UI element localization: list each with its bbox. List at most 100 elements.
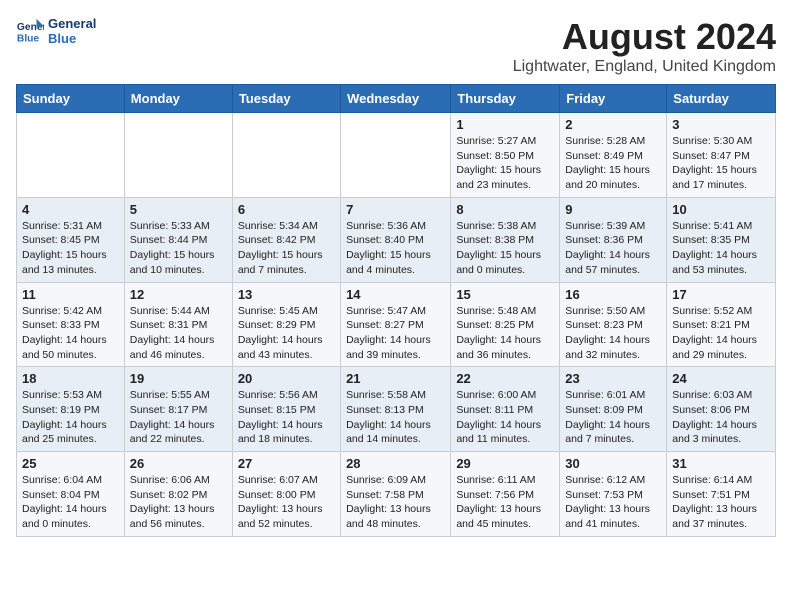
day-cell: 25 Sunrise: 6:04 AM Sunset: 8:04 PM Dayli… [17, 452, 125, 537]
weekday-header-friday: Friday [560, 85, 667, 113]
day-number: 21 [346, 371, 445, 386]
day-info: Sunrise: 6:04 AM Sunset: 8:04 PM Dayligh… [22, 473, 119, 532]
day-cell: 18Sunrise: 5:53 AM Sunset: 8:19 PM Dayli… [17, 367, 125, 452]
day-info: Sunrise: 6:11 AM Sunset: 7:56 PM Dayligh… [456, 473, 554, 532]
day-info: Sunrise: 5:30 AM Sunset: 8:47 PM Dayligh… [672, 134, 770, 193]
day-cell: 17 Sunrise: 5:52 AM Sunset: 8:21 PM Dayli… [667, 282, 776, 367]
day-cell: 3 Sunrise: 5:30 AM Sunset: 8:47 PM Daylig… [667, 113, 776, 198]
day-cell: 1 Sunrise: 5:27 AM Sunset: 8:50 PM Daylig… [451, 113, 560, 198]
day-cell: 5 Sunrise: 5:33 AM Sunset: 8:44 PM Daylig… [124, 197, 232, 282]
day-info: Sunrise: 5:44 AM Sunset: 8:31 PM Dayligh… [130, 304, 227, 363]
day-info: Sunrise: 6:03 AM Sunset: 8:06 PM Dayligh… [672, 388, 770, 447]
day-info: Sunrise: 5:31 AM Sunset: 8:45 PM Dayligh… [22, 219, 119, 278]
day-cell: 20 Sunrise: 5:56 AM Sunset: 8:15 PM Dayli… [232, 367, 340, 452]
week-row-1: 1 Sunrise: 5:27 AM Sunset: 8:50 PM Daylig… [17, 113, 776, 198]
day-info: Sunrise: 5:34 AM Sunset: 8:42 PM Dayligh… [238, 219, 335, 278]
day-info: Sunrise: 5:52 AM Sunset: 8:21 PM Dayligh… [672, 304, 770, 363]
day-number: 2 [565, 117, 661, 132]
day-cell: 2Sunrise: 5:28 AM Sunset: 8:49 PM Daylig… [560, 113, 667, 198]
day-cell: 14 Sunrise: 5:47 AM Sunset: 8:27 PM Dayli… [341, 282, 451, 367]
svg-text:Blue: Blue [17, 33, 40, 44]
week-row-2: 4 Sunrise: 5:31 AM Sunset: 8:45 PM Daylig… [17, 197, 776, 282]
day-number: 16 [565, 287, 661, 302]
day-info: Sunrise: 5:47 AM Sunset: 8:27 PM Dayligh… [346, 304, 445, 363]
day-cell [232, 113, 340, 198]
weekday-header-sunday: Sunday [17, 85, 125, 113]
weekday-header-monday: Monday [124, 85, 232, 113]
day-cell: 30 Sunrise: 6:12 AM Sunset: 7:53 PM Dayli… [560, 452, 667, 537]
day-cell: 19 Sunrise: 5:55 AM Sunset: 8:17 PM Dayli… [124, 367, 232, 452]
day-info: Sunrise: 6:00 AM Sunset: 8:11 PM Dayligh… [456, 388, 554, 447]
day-cell [124, 113, 232, 198]
day-cell: 15 Sunrise: 5:48 AM Sunset: 8:25 PM Dayli… [451, 282, 560, 367]
day-number: 4 [22, 202, 119, 217]
day-number: 31 [672, 456, 770, 471]
day-info: Sunrise: 6:01 AM Sunset: 8:09 PM Dayligh… [565, 388, 661, 447]
day-number: 5 [130, 202, 227, 217]
day-info: Sunrise: 5:33 AM Sunset: 8:44 PM Dayligh… [130, 219, 227, 278]
weekday-header-thursday: Thursday [451, 85, 560, 113]
day-cell: 22 Sunrise: 6:00 AM Sunset: 8:11 PM Dayli… [451, 367, 560, 452]
day-cell: 4 Sunrise: 5:31 AM Sunset: 8:45 PM Daylig… [17, 197, 125, 282]
day-cell: 13 Sunrise: 5:45 AM Sunset: 8:29 PM Dayli… [232, 282, 340, 367]
day-number: 27 [238, 456, 335, 471]
day-number: 15 [456, 287, 554, 302]
day-info: Sunrise: 6:12 AM Sunset: 7:53 PM Dayligh… [565, 473, 661, 532]
subtitle: Lightwater, England, United Kingdom [513, 58, 776, 76]
title-section: August 2024 Lightwater, England, United … [513, 16, 776, 76]
day-number: 6 [238, 202, 335, 217]
day-info: Sunrise: 5:55 AM Sunset: 8:17 PM Dayligh… [130, 388, 227, 447]
day-number: 19 [130, 371, 227, 386]
day-number: 23 [565, 371, 661, 386]
logo-icon: General Blue [16, 17, 44, 45]
day-number: 10 [672, 202, 770, 217]
day-number: 11 [22, 287, 119, 302]
day-cell: 16 Sunrise: 5:50 AM Sunset: 8:23 PM Dayli… [560, 282, 667, 367]
main-title: August 2024 [513, 16, 776, 58]
day-info: Sunrise: 6:07 AM Sunset: 8:00 PM Dayligh… [238, 473, 335, 532]
day-number: 26 [130, 456, 227, 471]
day-cell: 24Sunrise: 6:03 AM Sunset: 8:06 PM Dayli… [667, 367, 776, 452]
day-info: Sunrise: 5:48 AM Sunset: 8:25 PM Dayligh… [456, 304, 554, 363]
day-cell: 7 Sunrise: 5:36 AM Sunset: 8:40 PM Daylig… [341, 197, 451, 282]
day-number: 7 [346, 202, 445, 217]
day-number: 20 [238, 371, 335, 386]
header: General Blue General Blue August 2024 Li… [16, 16, 776, 76]
day-number: 1 [456, 117, 554, 132]
day-cell: 11 Sunrise: 5:42 AM Sunset: 8:33 PM Dayli… [17, 282, 125, 367]
week-row-4: 18Sunrise: 5:53 AM Sunset: 8:19 PM Dayli… [17, 367, 776, 452]
day-number: 12 [130, 287, 227, 302]
day-info: Sunrise: 5:50 AM Sunset: 8:23 PM Dayligh… [565, 304, 661, 363]
day-cell: 12 Sunrise: 5:44 AM Sunset: 8:31 PM Dayli… [124, 282, 232, 367]
day-info: Sunrise: 5:53 AM Sunset: 8:19 PM Dayligh… [22, 388, 119, 447]
day-number: 3 [672, 117, 770, 132]
week-row-5: 25 Sunrise: 6:04 AM Sunset: 8:04 PM Dayli… [17, 452, 776, 537]
day-cell: 6 Sunrise: 5:34 AM Sunset: 8:42 PM Daylig… [232, 197, 340, 282]
day-number: 25 [22, 456, 119, 471]
day-info: Sunrise: 5:41 AM Sunset: 8:35 PM Dayligh… [672, 219, 770, 278]
day-info: Sunrise: 5:39 AM Sunset: 8:36 PM Dayligh… [565, 219, 661, 278]
day-info: Sunrise: 6:09 AM Sunset: 7:58 PM Dayligh… [346, 473, 445, 532]
logo: General Blue General Blue [16, 16, 96, 46]
day-number: 30 [565, 456, 661, 471]
day-info: Sunrise: 5:36 AM Sunset: 8:40 PM Dayligh… [346, 219, 445, 278]
day-info: Sunrise: 5:58 AM Sunset: 8:13 PM Dayligh… [346, 388, 445, 447]
day-info: Sunrise: 5:38 AM Sunset: 8:38 PM Dayligh… [456, 219, 554, 278]
day-info: Sunrise: 5:27 AM Sunset: 8:50 PM Dayligh… [456, 134, 554, 193]
day-number: 8 [456, 202, 554, 217]
day-cell: 23 Sunrise: 6:01 AM Sunset: 8:09 PM Dayli… [560, 367, 667, 452]
day-info: Sunrise: 5:42 AM Sunset: 8:33 PM Dayligh… [22, 304, 119, 363]
day-cell: 8 Sunrise: 5:38 AM Sunset: 8:38 PM Daylig… [451, 197, 560, 282]
day-number: 9 [565, 202, 661, 217]
logo-line1: General [48, 16, 96, 31]
day-cell: 9 Sunrise: 5:39 AM Sunset: 8:36 PM Daylig… [560, 197, 667, 282]
day-number: 29 [456, 456, 554, 471]
day-number: 13 [238, 287, 335, 302]
day-info: Sunrise: 5:45 AM Sunset: 8:29 PM Dayligh… [238, 304, 335, 363]
day-number: 17 [672, 287, 770, 302]
day-number: 22 [456, 371, 554, 386]
day-info: Sunrise: 5:56 AM Sunset: 8:15 PM Dayligh… [238, 388, 335, 447]
day-number: 14 [346, 287, 445, 302]
weekday-header-tuesday: Tuesday [232, 85, 340, 113]
day-cell: 21 Sunrise: 5:58 AM Sunset: 8:13 PM Dayli… [341, 367, 451, 452]
